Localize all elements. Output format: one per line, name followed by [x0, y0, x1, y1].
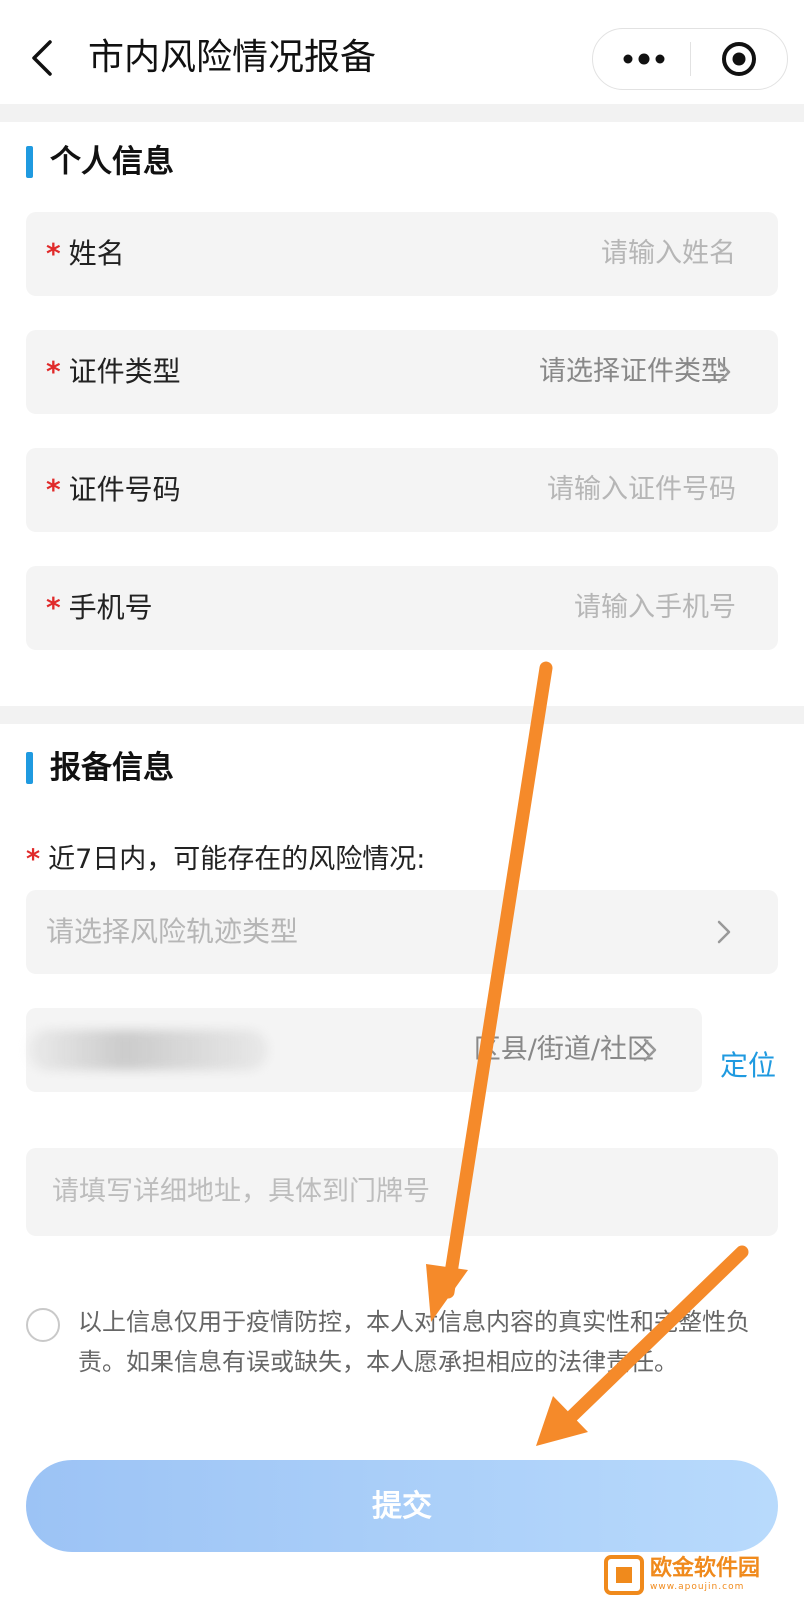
name-label-text: 姓名 [68, 237, 125, 270]
id-number-input[interactable]: 请输入证件号码 [547, 448, 736, 532]
required-star: * [46, 591, 61, 624]
watermark-logo-icon [604, 1555, 644, 1595]
address-placeholder: 请填写详细地址，具体到门牌号 [52, 1176, 430, 1207]
required-star: * [46, 237, 61, 270]
page-title: 市内风险情况报备 [88, 37, 377, 78]
watermark-name: 欧金软件园 [650, 1556, 761, 1581]
watermark-url: www.apoujin.com [650, 1582, 745, 1592]
id-type-select[interactable]: 请选择证件类型 [539, 330, 728, 414]
id-type-label-text: 证件类型 [68, 355, 181, 388]
risk-question-text: 近7日内，可能存在的风险情况: [48, 844, 426, 875]
chevron-right-icon [642, 1037, 658, 1063]
section-accent-bar [26, 752, 33, 784]
required-star: * [46, 355, 61, 388]
watermark: 欧金软件园 www.apoujin.com [604, 1552, 800, 1598]
chevron-right-icon [716, 919, 732, 945]
name-input[interactable]: 请输入姓名 [601, 212, 736, 296]
chevron-right-icon [716, 359, 732, 385]
name-label: * 姓名 [46, 212, 125, 296]
phone-label-text: 手机号 [68, 591, 153, 624]
risk-type-select[interactable]: 请选择风险轨迹类型 [46, 890, 298, 974]
required-star: * [46, 473, 61, 506]
region-select[interactable]: 区县/街道/社区 [474, 1008, 654, 1092]
risk-question-label: * 近7日内，可能存在的风险情况: [26, 840, 425, 880]
phone-label: * 手机号 [46, 566, 153, 650]
agreement-radio[interactable] [26, 1308, 60, 1342]
id-number-label-text: 证件号码 [68, 473, 181, 506]
id-type-label: * 证件类型 [46, 330, 181, 414]
capsule-divider [690, 42, 691, 76]
watermark-text-block: 欧金软件园 www.apoujin.com [650, 1557, 760, 1593]
submit-button[interactable]: 提交 [26, 1460, 778, 1552]
arrow-diagonal-head [536, 1396, 588, 1446]
section-title-personal: 个人信息 [50, 144, 174, 180]
id-number-label: * 证件号码 [46, 448, 181, 532]
section-accent-bar [26, 146, 33, 178]
more-button[interactable] [600, 30, 688, 88]
required-star: * [26, 844, 41, 875]
locate-button[interactable]: 定位 [720, 1044, 776, 1088]
blurred-label [28, 1030, 268, 1070]
agreement-text: 以上信息仅用于疫情防控，本人对信息内容的真实性和完整性负责。如果信息有误或缺失，… [78, 1308, 750, 1376]
chevron-left-icon[interactable] [28, 38, 56, 78]
more-dots-icon [623, 53, 665, 65]
section-gap [0, 706, 804, 724]
target-circle-icon [722, 42, 756, 76]
section-gap [0, 104, 804, 122]
section-title-report: 报备信息 [50, 750, 174, 786]
phone-input[interactable]: 请输入手机号 [574, 566, 736, 650]
close-button[interactable] [694, 30, 784, 88]
